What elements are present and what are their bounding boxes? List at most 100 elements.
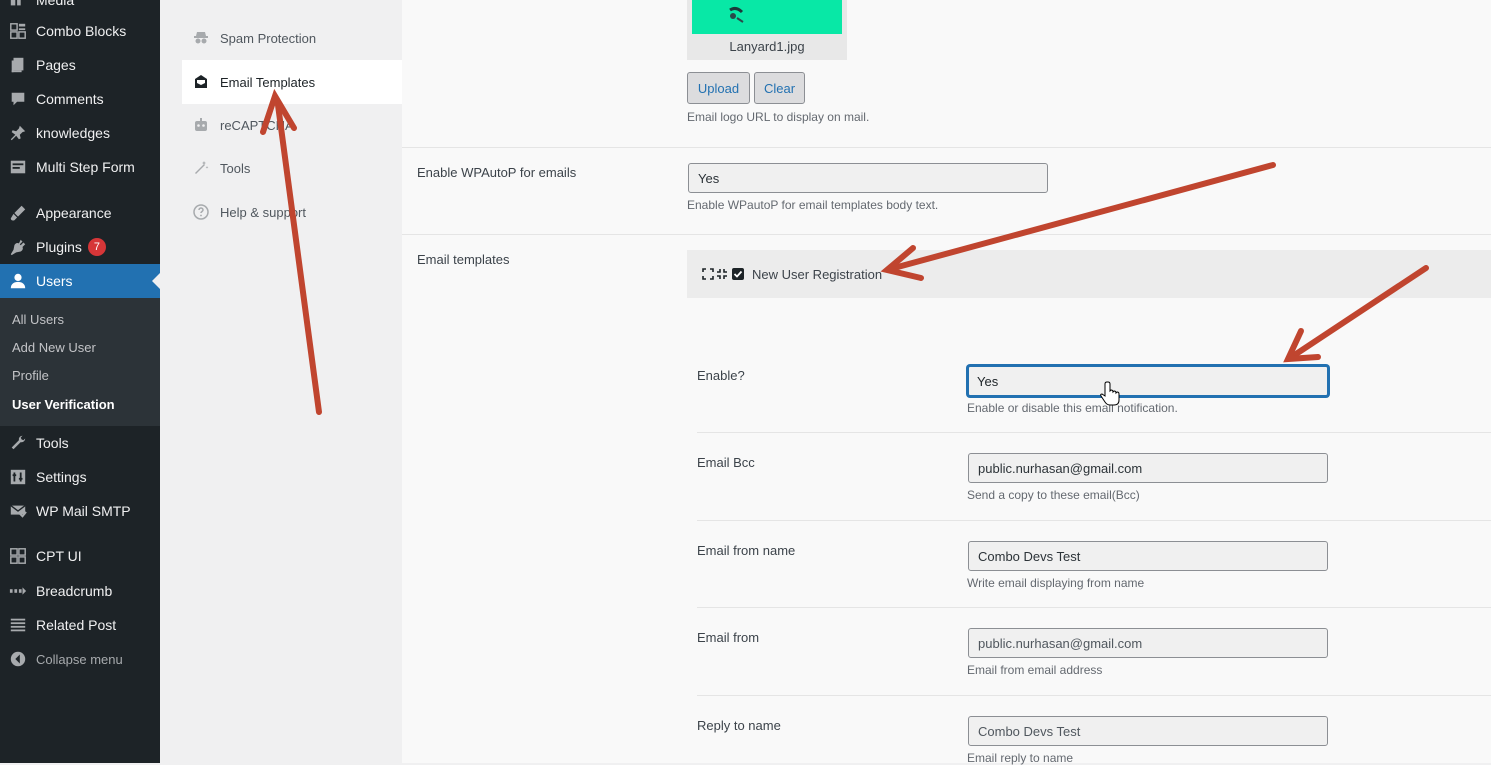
menu-item-label: Breadcrumb: [36, 583, 113, 599]
breadcrumb-icon: [8, 581, 28, 601]
tab-label: reCAPTCHA: [220, 117, 294, 133]
menu-item-label: Comments: [36, 91, 104, 107]
menu-item-settings[interactable]: Settings: [0, 460, 160, 494]
divider: [697, 695, 1491, 696]
menu-item-wp-mail-smtp[interactable]: WP Mail SMTP: [0, 494, 160, 528]
enable-label: Enable?: [697, 368, 745, 383]
email-bcc-description: Send a copy to these email(Bcc): [967, 488, 1140, 502]
menu-item-users[interactable]: Users: [0, 264, 160, 298]
settings-content: Lanyard1.jpg Upload Clear Email logo URL…: [402, 0, 1491, 765]
menu-item-label: knowledges: [36, 125, 110, 141]
menu-item-tools[interactable]: Tools: [0, 426, 160, 460]
template-accordion-header[interactable]: New User Registration: [687, 250, 1491, 298]
enable-select[interactable]: Yes: [967, 365, 1329, 397]
users-submenu: All Users Add New User Profile User Veri…: [0, 298, 160, 426]
menu-item-label: Collapse menu: [36, 651, 123, 667]
wpautop-description: Enable WPautoP for email templates body …: [687, 198, 939, 212]
menu-item-related-post[interactable]: Related Post: [0, 608, 160, 642]
admin-sidebar: Media Combo Blocks Pages Comments knowle…: [0, 0, 160, 763]
email-bcc-input[interactable]: public.nurhasan@gmail.com: [968, 453, 1328, 483]
tools-icon: [8, 433, 28, 453]
divider: [697, 432, 1491, 433]
upload-button[interactable]: Upload: [687, 72, 750, 104]
menu-item-plugins[interactable]: Plugins 7: [0, 230, 160, 264]
enable-description: Enable or disable this email notificatio…: [967, 401, 1178, 415]
email-from-name-input[interactable]: Combo Devs Test: [968, 541, 1328, 571]
tab-email-templates[interactable]: Email Templates: [182, 60, 402, 104]
tab-spam-protection[interactable]: Spam Protection: [182, 16, 402, 60]
email-from-description: Email from email address: [967, 663, 1103, 677]
logo-thumbnail: Lanyard1.jpg: [687, 0, 847, 60]
divider: [402, 147, 1491, 148]
divider: [697, 607, 1491, 608]
menu-item-comments[interactable]: Comments: [0, 82, 160, 116]
plugins-icon: [8, 237, 28, 257]
tab-help-support[interactable]: Help & support: [182, 190, 402, 234]
menu-item-knowledges[interactable]: knowledges: [0, 116, 160, 150]
plugin-update-badge: 7: [87, 238, 106, 256]
settings-icon: [8, 467, 28, 487]
tab-label: Spam Protection: [220, 30, 317, 46]
menu-item-label: Pages: [36, 57, 76, 73]
menu-item-cpt-ui[interactable]: CPT UI: [0, 539, 160, 573]
menu-item-multi-step-form[interactable]: Multi Step Form: [0, 150, 160, 184]
menu-item-label: Tools: [36, 435, 69, 451]
submenu-user-verification[interactable]: User Verification: [12, 397, 115, 412]
tab-label: Email Templates: [220, 74, 316, 90]
menu-item-label: Users: [36, 273, 73, 289]
submenu-add-new-user[interactable]: Add New User: [12, 340, 96, 355]
envelope-icon: [192, 73, 210, 91]
menu-item-breadcrumb[interactable]: Breadcrumb: [0, 574, 160, 608]
email-from-name-label: Email from name: [697, 543, 796, 558]
robot-icon: [192, 116, 210, 134]
email-from-label: Email from: [697, 630, 760, 645]
divider: [402, 234, 1491, 235]
collapse-icon: [8, 649, 28, 669]
tab-label: Help & support: [220, 204, 306, 220]
pin-icon: [8, 123, 28, 143]
tab-label: Tools: [220, 160, 251, 176]
menu-item-label: Plugins: [36, 239, 82, 255]
appearance-icon: [8, 203, 28, 223]
tab-tools[interactable]: Tools: [182, 146, 402, 190]
collapse-menu-button[interactable]: Collapse menu: [0, 642, 160, 676]
reply-to-name-label: Reply to name: [697, 718, 781, 733]
menu-item-label: Multi Step Form: [36, 159, 135, 175]
enabled-checkbox[interactable]: [732, 268, 744, 280]
logo-thumbnail-image: [692, 0, 842, 34]
submenu-profile[interactable]: Profile: [12, 368, 49, 383]
magic-wand-icon: [192, 159, 210, 177]
blocks-icon: [8, 21, 28, 41]
question-icon: [192, 203, 210, 221]
menu-item-combo-blocks[interactable]: Combo Blocks: [0, 14, 160, 48]
email-bcc-label: Email Bcc: [697, 455, 755, 470]
collapse-icon[interactable]: [716, 268, 728, 280]
wpautop-label: Enable WPAutoP for emails: [417, 165, 577, 180]
media-icon: [8, 0, 28, 10]
settings-tab-nav: Spam Protection Email Templates reCAPTCH…: [182, 0, 402, 763]
tab-recaptcha[interactable]: reCAPTCHA: [182, 103, 402, 147]
expand-icon[interactable]: [702, 268, 714, 280]
menu-item-label: Combo Blocks: [36, 23, 127, 39]
menu-item-label: Appearance: [36, 205, 112, 221]
wpautop-select[interactable]: Yes: [688, 163, 1048, 193]
menu-item-label: Media: [36, 0, 75, 8]
pages-icon: [8, 55, 28, 75]
users-icon: [8, 271, 28, 291]
email-from-input[interactable]: public.nurhasan@gmail.com: [968, 628, 1328, 658]
menu-item-appearance[interactable]: Appearance: [0, 196, 160, 230]
reply-to-name-input[interactable]: Combo Devs Test: [968, 716, 1328, 746]
comments-icon: [8, 89, 28, 109]
template-title: New User Registration: [752, 267, 883, 282]
menu-item-pages[interactable]: Pages: [0, 48, 160, 82]
list-icon: [8, 615, 28, 635]
logo-filename: Lanyard1.jpg: [729, 39, 805, 54]
menu-item-label: CPT UI: [36, 548, 82, 564]
clear-button[interactable]: Clear: [754, 72, 805, 104]
menu-item-label: Related Post: [36, 617, 117, 633]
submenu-all-users[interactable]: All Users: [12, 312, 64, 327]
email-templates-label: Email templates: [417, 252, 510, 267]
divider: [697, 520, 1491, 521]
cpt-icon: [8, 546, 28, 566]
logo-description: Email logo URL to display on mail.: [687, 110, 870, 124]
